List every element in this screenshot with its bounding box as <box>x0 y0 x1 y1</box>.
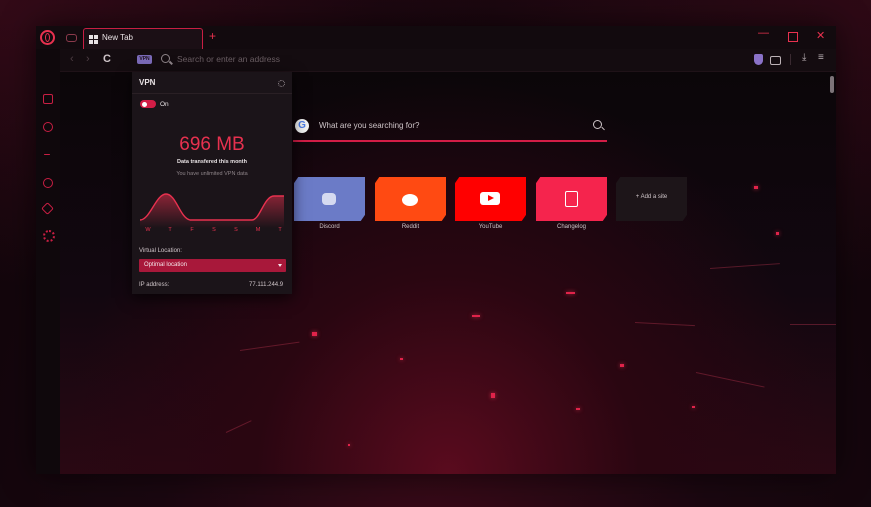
vpn-location-select[interactable]: Optimal location <box>139 259 286 272</box>
background-spark <box>692 406 695 408</box>
tab-title: New Tab <box>102 33 133 42</box>
easy-setup-icon[interactable]: ≡ <box>818 52 824 63</box>
chevron-down-icon <box>278 264 282 267</box>
search-input[interactable]: What are you searching for? <box>319 121 420 130</box>
gx-control-icon[interactable] <box>43 122 53 132</box>
toolbar-separator <box>790 54 791 65</box>
background-streak <box>709 263 780 269</box>
add-site-label: + Add a site <box>635 194 668 200</box>
minimize-button[interactable]: — <box>758 27 769 39</box>
vpn-location-label: Virtual Location: <box>139 248 182 254</box>
background-spark <box>400 358 403 360</box>
speed-dial-changelog[interactable] <box>536 177 607 221</box>
add-site-button[interactable]: + Add a site <box>616 177 687 221</box>
settings-icon[interactable] <box>43 230 55 242</box>
vpn-day-label: S <box>234 227 238 233</box>
gamepad-icon[interactable] <box>66 34 77 42</box>
tab-new-tab[interactable]: New Tab <box>83 28 203 49</box>
background-spark <box>576 408 580 410</box>
vpn-location-value: Optimal location <box>144 262 188 268</box>
reddit-icon <box>402 194 418 206</box>
vpn-toggle[interactable] <box>140 100 156 108</box>
search-icon[interactable] <box>593 120 602 129</box>
reload-button[interactable]: C <box>103 53 111 65</box>
youtube-icon <box>480 192 500 205</box>
background-streak <box>695 372 765 388</box>
changelog-icon <box>565 191 578 207</box>
address-input[interactable]: Search or enter an address <box>177 54 280 64</box>
sidebar-divider <box>44 154 50 155</box>
speed-dial-label: Discord <box>319 224 340 230</box>
background-spark <box>472 315 480 317</box>
speed-dial-label: Reddit <box>401 224 420 230</box>
background-streak <box>790 324 836 325</box>
vpn-ip-value: 77.111.244.9 <box>249 282 284 288</box>
background-spark <box>491 393 495 398</box>
speed-dial-label: YouTube <box>478 224 503 230</box>
background-spark <box>776 232 779 235</box>
speed-dial-discord[interactable] <box>294 177 365 221</box>
download-icon[interactable]: ⤓ <box>802 52 806 63</box>
background-streak <box>634 322 695 327</box>
sidebar <box>36 49 60 474</box>
search-box[interactable]: G What are you searching for? <box>293 116 607 142</box>
vpn-popup: VPN On 696 MB Data transfered this month… <box>132 72 292 294</box>
vpn-day-label: T <box>168 227 172 233</box>
speed-dial-reddit[interactable] <box>375 177 446 221</box>
vpn-toggle-label: On <box>160 101 169 108</box>
vpn-day-label: S <box>212 227 216 233</box>
vpn-divider <box>132 93 292 94</box>
vpn-usage-graph <box>140 193 284 228</box>
vpn-day-label: T <box>278 227 282 233</box>
opera-menu-icon[interactable] <box>40 30 55 45</box>
history-icon[interactable] <box>43 178 53 188</box>
background-spark <box>754 186 758 189</box>
twitch-icon[interactable] <box>43 94 53 104</box>
vpn-day-label: F <box>190 227 194 233</box>
ad-blocker-shield-icon[interactable] <box>754 54 763 65</box>
close-button[interactable]: ✕ <box>816 30 825 42</box>
back-button[interactable]: ‹ <box>70 53 74 65</box>
speed-dial-icon <box>89 35 98 44</box>
snapshot-camera-icon[interactable] <box>770 56 781 65</box>
gear-icon[interactable] <box>278 80 285 87</box>
vpn-data-caption: Data transfered this month <box>177 159 247 165</box>
background-spark <box>620 364 624 367</box>
scrollbar-thumb[interactable] <box>830 76 834 93</box>
background-spark <box>566 292 575 294</box>
background-spark <box>348 444 350 446</box>
forward-button[interactable]: › <box>86 53 90 65</box>
maximize-button[interactable] <box>788 32 798 42</box>
vpn-popup-title: VPN <box>139 78 156 87</box>
background-spark <box>312 332 317 336</box>
tab-strip: New Tab + — ✕ <box>36 26 836 49</box>
google-icon: G <box>295 119 309 133</box>
vpn-data-amount: 696 MB <box>179 134 245 155</box>
vpn-ip-label: IP address: <box>139 282 170 288</box>
background-streak <box>225 420 252 433</box>
vpn-day-label: M <box>255 227 261 233</box>
vpn-badge-button[interactable]: VPN <box>137 55 152 64</box>
background-streak <box>239 341 300 351</box>
vpn-day-label: W <box>145 227 151 233</box>
speed-dial-youtube[interactable] <box>455 177 526 221</box>
search-icon <box>161 54 170 63</box>
address-bar: ‹ › C VPN Search or enter an address ⤓ ≡ <box>60 49 836 72</box>
extensions-icon[interactable] <box>41 202 54 215</box>
vpn-unlimited-text: You have unlimited VPN data <box>176 171 248 177</box>
new-tab-button[interactable]: + <box>209 29 216 43</box>
discord-icon <box>322 193 336 205</box>
speed-dial-label: Changelog <box>556 224 587 230</box>
